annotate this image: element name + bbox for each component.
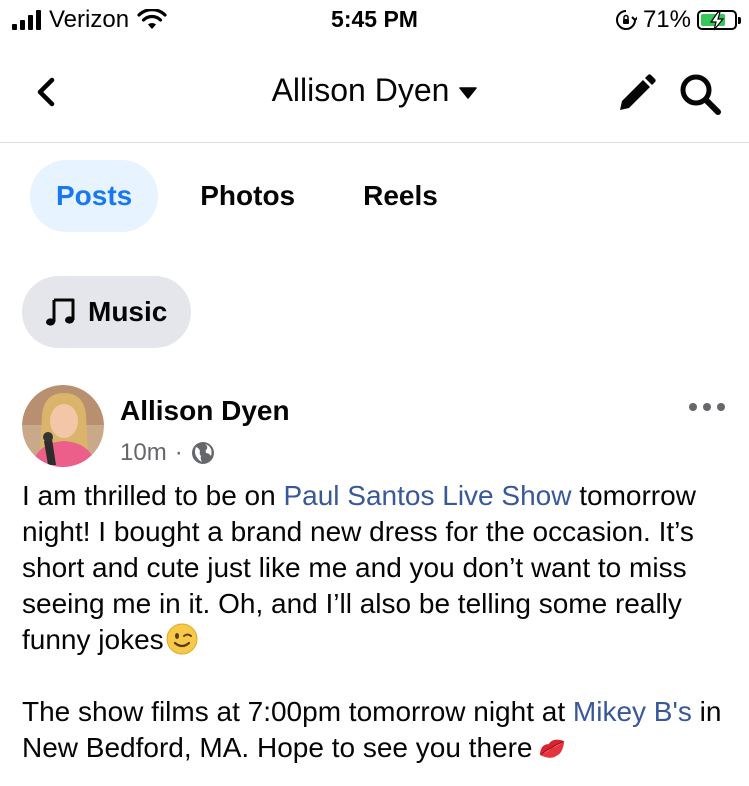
pencil-icon[interactable] xyxy=(614,72,658,116)
tab-posts[interactable]: Posts xyxy=(30,160,159,232)
tab-reels[interactable]: Reels xyxy=(337,160,464,232)
music-chip-label: Music xyxy=(88,296,168,327)
page-link-mikey-bs[interactable]: Mikey B's xyxy=(573,696,692,727)
post-body: I am thrilled to be on Paul Santos Live … xyxy=(22,478,732,766)
battery-icon xyxy=(697,10,741,31)
meta-separator: · xyxy=(174,439,183,466)
profile-tabs: Posts Photos Reels xyxy=(30,160,464,232)
orientation-lock-icon xyxy=(615,10,637,30)
search-icon[interactable] xyxy=(676,70,724,118)
profile-header-bar: Allison Dyen xyxy=(0,48,749,143)
tab-photos[interactable]: Photos xyxy=(174,160,321,232)
post-paragraph-1: I am thrilled to be on Paul Santos Live … xyxy=(22,480,696,655)
charging-bolt-icon xyxy=(709,11,725,31)
kiss-mark-emoji xyxy=(539,739,564,758)
status-bar: Verizon 5:45 PM 71% xyxy=(0,0,749,40)
status-right: 71% xyxy=(615,6,741,34)
post-author-name[interactable]: Allison Dyen xyxy=(120,395,290,427)
globe-icon xyxy=(191,442,214,464)
page-link-paul-santos[interactable]: Paul Santos Live Show xyxy=(283,480,571,511)
avatar[interactable] xyxy=(22,385,104,467)
battery-percent: 71% xyxy=(642,6,691,33)
music-note-icon xyxy=(46,298,75,326)
post-paragraph-2: The show films at 7:00pm tomorrow night … xyxy=(22,696,722,763)
more-options-icon[interactable] xyxy=(687,397,727,417)
caret-down-icon xyxy=(459,86,478,99)
profile-name: Allison Dyen xyxy=(271,72,450,108)
post-timestamp[interactable]: 10m xyxy=(120,439,167,467)
winking-face-emoji xyxy=(166,623,198,655)
music-filter-chip[interactable]: Music xyxy=(22,276,192,348)
post-meta: 10m · xyxy=(120,439,215,467)
post-header: Allison Dyen 10m · xyxy=(22,385,727,475)
